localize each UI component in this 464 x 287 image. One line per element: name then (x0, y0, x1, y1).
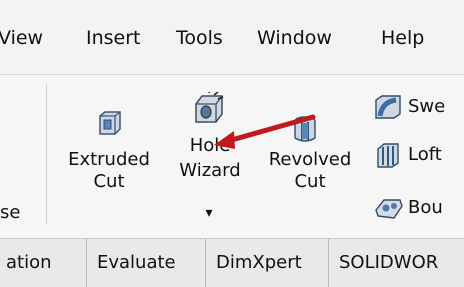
hole-wizard-label-1: Hole (189, 135, 231, 156)
revolved-cut-label-1: Revolved (268, 149, 352, 170)
tab-solidworks[interactable]: SOLIDWOR (329, 239, 464, 287)
lofted-cut-icon (377, 143, 399, 168)
hole-wizard-label-2: Wizard (179, 160, 241, 181)
ribbon-separator (46, 84, 47, 224)
swept-cut-label: Swe (408, 96, 446, 117)
boundary-cut-label: Bou (408, 197, 443, 218)
boundary-cut-icon (375, 199, 403, 219)
command-manager-tabs: ation Evaluate DimXpert SOLIDWOR (0, 238, 464, 287)
tab-evaluate[interactable]: Evaluate (87, 239, 206, 287)
tab-partial[interactable]: ation (0, 239, 87, 287)
extruded-cut-icon (99, 111, 121, 135)
menu-bar: View Insert Tools Window Help (0, 0, 464, 75)
menu-insert[interactable]: Insert (86, 26, 141, 50)
revolved-cut-label-2: Cut (294, 171, 326, 192)
menu-tools[interactable]: Tools (176, 26, 223, 50)
extruded-cut-label-1: Extruded (68, 149, 150, 170)
swept-cut-icon (375, 95, 401, 119)
menu-help[interactable]: Help (381, 26, 424, 50)
menu-view[interactable]: View (0, 26, 43, 50)
hole-wizard-icon (195, 92, 224, 123)
tab-dimxpert[interactable]: DimXpert (206, 239, 329, 287)
lofted-cut-label: Loft (408, 144, 442, 165)
revolved-cut-icon (294, 116, 316, 142)
menu-window[interactable]: Window (257, 26, 332, 50)
chevron-down-icon[interactable]: ▾ (199, 202, 219, 224)
partial-command-label[interactable]: se (0, 202, 34, 224)
extruded-cut-label-2: Cut (93, 171, 125, 192)
